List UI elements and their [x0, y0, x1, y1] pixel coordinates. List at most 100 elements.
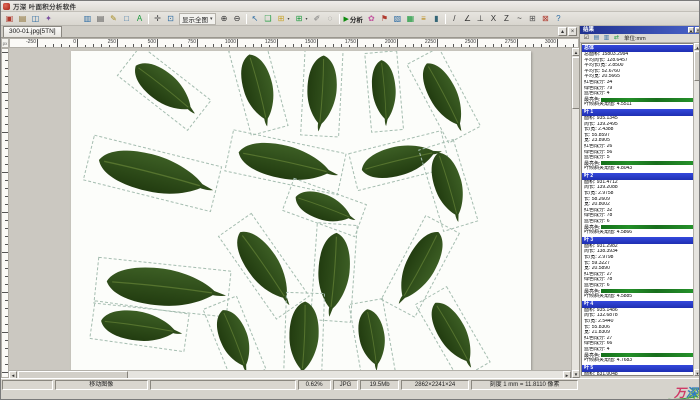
edit-icon[interactable]: ✎	[107, 13, 120, 25]
tab-close-icon[interactable]: ×	[568, 27, 577, 36]
leaf-object[interactable]	[282, 178, 366, 236]
ruler-minor-tick	[125, 45, 126, 47]
window-tile-icon[interactable]: ⊞	[526, 13, 539, 25]
camera-icon[interactable]: ✦	[42, 13, 55, 25]
ruler-tick	[2, 92, 8, 93]
leaf-object[interactable]	[225, 130, 346, 195]
results-scroll-down-icon[interactable]: ▼	[694, 369, 700, 376]
ruler-tick	[5, 164, 8, 165]
ruler-tick	[2, 292, 8, 293]
status-segment-empty	[2, 380, 53, 390]
leaf-object[interactable]	[94, 257, 231, 317]
curve-icon[interactable]: ~	[513, 13, 526, 25]
leaf-object[interactable]	[415, 287, 490, 378]
ruler-tick	[77, 39, 78, 47]
results-scroll-up-icon[interactable]: ▲	[694, 43, 700, 50]
status-segment: JPG	[333, 380, 358, 390]
x-measure-icon[interactable]: X	[487, 13, 500, 25]
ruler-tick	[5, 100, 8, 101]
grid-green-icon[interactable]: ⊞	[293, 13, 306, 25]
leaf-object[interactable]	[203, 296, 266, 378]
canvas-vertical-scrollbar[interactable]: ▲ ▼	[571, 48, 579, 378]
panel-pin-icon[interactable]: ▴	[688, 27, 694, 33]
select-icon[interactable]: ↖	[249, 13, 262, 25]
ruler-minor-tick	[333, 44, 334, 47]
palette-icon[interactable]: ▧	[391, 13, 404, 25]
save-results-icon[interactable]: ▥	[602, 34, 611, 42]
copy-results-icon[interactable]: ▤	[592, 34, 601, 42]
table-icon[interactable]: ▦	[404, 13, 417, 25]
leaf-object[interactable]	[407, 51, 481, 143]
tab-scroll-icon[interactable]: ▴	[558, 27, 567, 36]
auto-refresh-checkbox[interactable]: ☑	[582, 34, 591, 42]
open-folder-icon[interactable]: ▤	[16, 13, 29, 25]
flag-icon[interactable]: ⚑	[378, 13, 391, 25]
ruler-label: 2000	[385, 39, 397, 45]
leaf-object[interactable]	[311, 223, 358, 323]
leaf-object[interactable]	[83, 135, 221, 211]
panel-close-icon[interactable]: ×	[695, 27, 700, 33]
ruler-minor-tick	[173, 44, 174, 47]
leaf-image[interactable]	[71, 51, 531, 378]
leaf-object[interactable]	[229, 51, 288, 135]
ruler-tick	[2, 212, 8, 213]
image-tab[interactable]: 300-01.jpg[5TN]	[3, 26, 62, 37]
toolbar-separator	[339, 14, 340, 24]
zoom-out-icon[interactable]: ⊖	[231, 13, 244, 25]
print-icon[interactable]: ▤	[94, 13, 107, 25]
ruler-minor-tick	[213, 44, 214, 47]
leaf-shape[interactable]	[235, 51, 282, 130]
flower-icon[interactable]: ✿	[365, 13, 378, 25]
text-label-icon[interactable]: A	[133, 13, 146, 25]
show-full-image-button[interactable]: 显示全图▾	[179, 13, 216, 25]
new-session-icon[interactable]: ▣	[3, 13, 16, 25]
status-bar: 移动图像0.62%JPG19.5Mb2862×2241×24刻度 1 mm = …	[1, 378, 700, 400]
select-leaf-icon[interactable]: ❑	[262, 13, 275, 25]
close-all-icon[interactable]: ⊠	[539, 13, 552, 25]
ruler-tick	[5, 324, 8, 325]
z-measure-icon[interactable]: Z	[500, 13, 513, 25]
toolbar-separator	[246, 14, 247, 24]
leaf-object[interactable]	[349, 299, 396, 378]
line-measure-icon[interactable]: /	[448, 13, 461, 25]
leaf-object[interactable]	[283, 292, 324, 378]
results-scrollbar[interactable]: ▲ ▼	[693, 43, 700, 376]
lasso-icon[interactable]: ◌	[324, 13, 337, 25]
export-results-icon[interactable]: ⇄	[612, 34, 621, 42]
save-icon[interactable]: ▥	[81, 13, 94, 25]
ruler-minor-tick	[61, 44, 62, 47]
zoom-region-icon[interactable]: ⊡	[164, 13, 177, 25]
leaf-object[interactable]	[117, 51, 211, 130]
results-scroll-thumb[interactable]	[694, 51, 700, 81]
open-image-icon[interactable]: ◫	[29, 13, 42, 25]
list-icon[interactable]: ≡	[417, 13, 430, 25]
ruler-minor-tick	[301, 44, 302, 47]
angle-measure-icon[interactable]: ∠	[461, 13, 474, 25]
perpendicular-icon[interactable]: ⊥	[474, 13, 487, 25]
help-icon[interactable]: ?	[552, 13, 565, 25]
zoom-in-icon[interactable]: ⊕	[218, 13, 231, 25]
copy-icon[interactable]: □	[120, 13, 133, 25]
brush-icon[interactable]: ✐	[311, 13, 324, 25]
tab-strip: 300-01.jpg[5TN] ▴ ×	[1, 26, 579, 38]
leaf-object[interactable]	[219, 213, 310, 319]
ruler-minor-tick	[293, 44, 294, 47]
pan-icon[interactable]: ✛	[151, 13, 164, 25]
grid-yellow-icon[interactable]: ⊞	[275, 13, 288, 25]
canvas-horizontal-scrollbar[interactable]: ◄ ►	[9, 370, 571, 378]
ruler-tick	[5, 196, 8, 197]
ruler-minor-tick	[141, 44, 142, 47]
ruler-tick	[557, 39, 558, 47]
ruler-tick	[5, 300, 8, 301]
ruler-tick	[5, 188, 8, 189]
chart-icon[interactable]: ▮	[430, 13, 443, 25]
image-canvas[interactable]	[9, 48, 571, 378]
analyze-button[interactable]: ▶分析	[344, 13, 363, 25]
ruler-minor-tick	[181, 44, 182, 47]
ruler-label: 500	[148, 39, 157, 45]
leaf-object[interactable]	[365, 51, 404, 132]
leaf-object[interactable]	[90, 301, 189, 352]
ruler-tick	[5, 356, 8, 357]
leaf-object[interactable]	[301, 51, 344, 137]
ruler-minor-tick	[365, 45, 366, 47]
